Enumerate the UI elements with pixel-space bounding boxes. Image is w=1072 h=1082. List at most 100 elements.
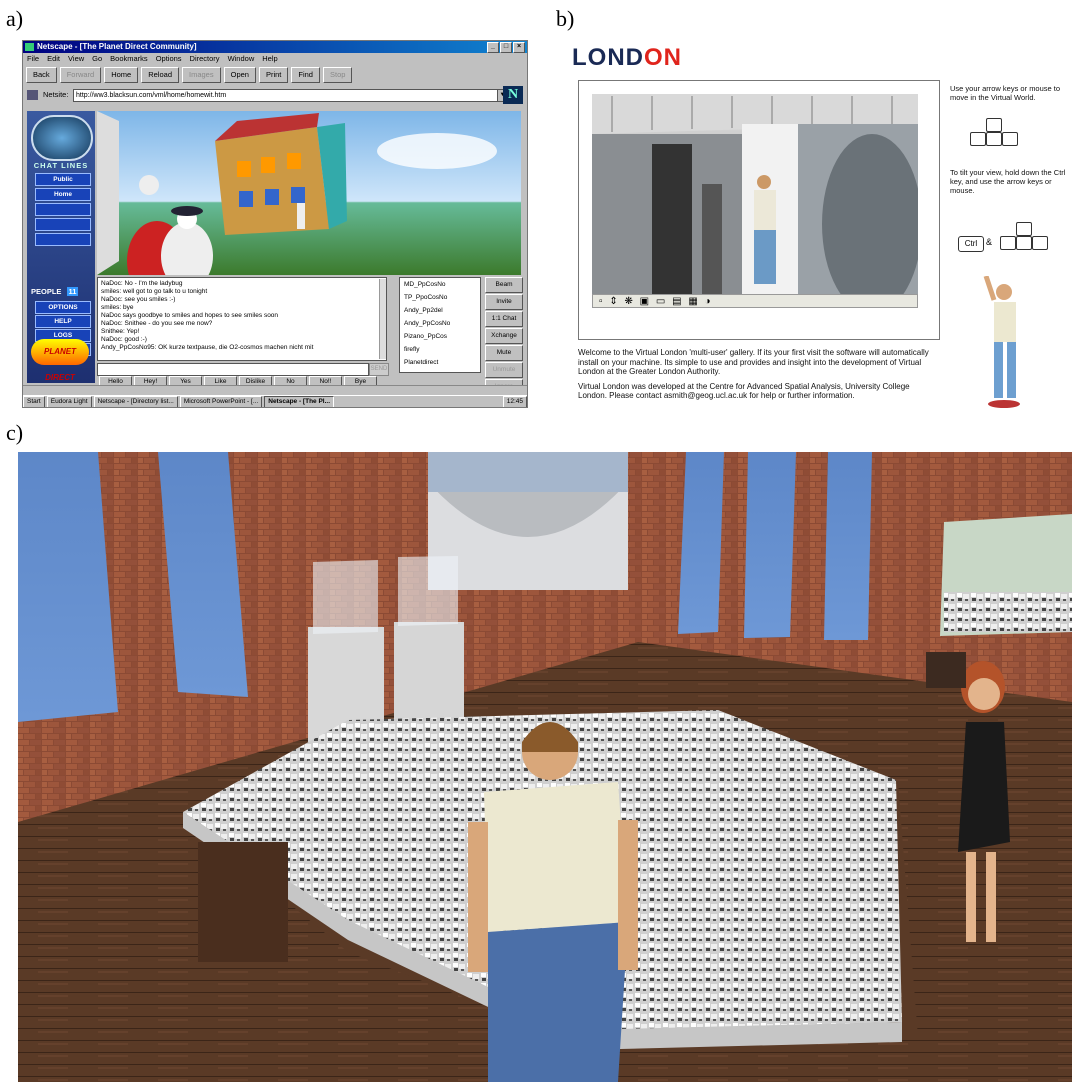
chat-message: NaDoc: Snithee - do you see me now?	[101, 320, 213, 327]
3d-scene-image	[97, 111, 497, 275]
user-list-item[interactable]: Andy_PpCosNo	[404, 317, 480, 330]
forward-button: Forward	[59, 67, 102, 83]
chat-line-2[interactable]: Home	[35, 188, 91, 201]
tilt-instructions: To tilt your view, hold down the Ctrl ke…	[950, 168, 1066, 195]
menu-window[interactable]: Window	[228, 53, 255, 64]
user-list-item[interactable]: GreenZone	[404, 369, 480, 372]
chat-message: Andy_PpCosNo95: OK kurze textpause, die …	[101, 344, 314, 351]
menu-options[interactable]: Options	[156, 53, 182, 64]
gallery-3d-scene-image	[18, 452, 1072, 1082]
menu-directory[interactable]: Directory	[190, 53, 220, 64]
people-text: PEOPLE	[31, 287, 62, 296]
menu-go[interactable]: Go	[92, 53, 102, 64]
viewer-control-bar[interactable]: ▫ ⇕ ❋ ▣ ▭ ▤ ▦ ◑	[592, 294, 918, 308]
browser-toolbar: Back Forward Home Reload Images Open Print Find…	[23, 65, 527, 85]
chat-lines-label: CHAT LINES	[33, 161, 89, 170]
user-list-item[interactable]: Andy_Pp2del	[404, 304, 480, 317]
chat-message: smiles: bye	[101, 304, 134, 311]
images-button: Images	[182, 67, 221, 83]
london-title-accent: ON	[644, 44, 682, 71]
taskbar-microsoft-powerpoint[interactable]: Microsoft PowerPoint - [...	[179, 396, 263, 407]
close-icon[interactable]: ×	[513, 42, 525, 53]
taskbar-eudora-light[interactable]: Eudora Light	[46, 396, 92, 407]
chat-line-1[interactable]: Public	[35, 173, 91, 186]
chat-message: Snithee: Yep!	[101, 328, 140, 335]
window-titlebar[interactable]: Netscape - [The Planet Direct Community]…	[23, 41, 527, 53]
netscape-logo: N	[503, 86, 523, 104]
help-button[interactable]: HELP	[35, 315, 91, 328]
invite-button[interactable]: Invite	[485, 294, 523, 310]
3d-world-view[interactable]	[97, 111, 521, 275]
virtual-london-gallery-render	[18, 452, 1072, 1082]
planet-direct-avatar-logo	[31, 115, 93, 161]
welcome-text-block: Welcome to the Virtual London 'multi-use…	[578, 348, 930, 406]
mute-button[interactable]: Mute	[485, 345, 523, 361]
taskbar-start[interactable]: Start	[23, 396, 45, 407]
chat-line-3[interactable]	[35, 203, 91, 216]
menu-bookmarks[interactable]: Bookmarks	[110, 53, 148, 64]
find-button[interactable]: Find	[291, 67, 320, 83]
chat-line-4[interactable]	[35, 218, 91, 231]
ctrl-key-icon: Ctrl	[958, 236, 984, 252]
virtual-london-3d-view[interactable]	[592, 94, 918, 294]
home-button[interactable]: Home	[104, 67, 139, 83]
window-title: Netscape - [The Planet Direct Community]	[37, 42, 197, 51]
chat-message: smiles: well got to go talk to u tonight	[101, 288, 208, 295]
taskbar-netscape-the-pl[interactable]: Netscape - [The Pl...	[264, 396, 335, 407]
chat-message: NaDoc says goodbye to smiles and hopes t…	[101, 312, 279, 319]
gallery-scene-image	[592, 94, 918, 294]
minimize-icon[interactable]: _	[487, 42, 499, 53]
windows-taskbar: Start Eudora Light Netscape - [Directory l…	[23, 395, 527, 407]
xchange-button[interactable]: Xchange	[485, 328, 523, 344]
people-label: PEOPLE 11	[31, 287, 79, 296]
stop-button: Stop	[322, 67, 353, 83]
chat-log[interactable]: NaDoc: No - I'm the ladybug smiles: well …	[97, 277, 387, 361]
people-count-badge: 11	[66, 287, 79, 296]
1-1-chat-button[interactable]: 1:1 Chat	[485, 311, 523, 327]
taskbar-netscape-directory-list[interactable]: Netscape - [Directory list...	[93, 396, 178, 407]
move-instructions: Use your arrow keys or mouse to move in …	[950, 84, 1061, 102]
london-title: LONDON	[572, 44, 682, 72]
maximize-icon[interactable]: □	[500, 42, 512, 53]
chat-line-5[interactable]	[35, 233, 91, 246]
chat-message: NaDoc: good :-)	[101, 336, 147, 343]
chat-sidebar: CHAT LINES Public Home PEOPLE 11 OPTIONS H…	[27, 111, 95, 383]
beam-button[interactable]: Beam	[485, 277, 523, 293]
back-button[interactable]: Back	[26, 67, 57, 83]
welcome-text: Welcome to the Virtual London 'multi-use…	[578, 348, 929, 376]
user-list-item[interactable]: TP_PpoCosNo	[404, 291, 480, 304]
chat-input[interactable]	[97, 363, 369, 376]
panel-label-a: a)	[6, 6, 24, 31]
chat-message: NaDoc: No - I'm the ladybug	[101, 280, 183, 287]
bookmark-icon[interactable]	[27, 90, 38, 100]
planet-direct-logo[interactable]: PLANET DIRECT	[31, 339, 89, 382]
send-button[interactable]: SEND	[369, 363, 389, 376]
ampersand: &	[986, 237, 993, 247]
open-button[interactable]: Open	[223, 67, 256, 83]
london-title-main: LOND	[572, 44, 644, 71]
menu-bar: File Edit View Go Bookmarks Options Directory W…	[23, 53, 527, 64]
unmute-button: Unmute	[485, 362, 523, 378]
panel-label-b: b)	[556, 6, 575, 31]
location-bar: Netsite: http://ww3.blacksun.com/vml/hom…	[23, 87, 527, 103]
panel-label-c: c)	[6, 420, 24, 445]
user-list[interactable]: MD_PpCosNo TP_PpoCosNo Andy_Pp2del Andy_PpC…	[399, 277, 481, 373]
menu-help[interactable]: Help	[262, 53, 277, 64]
menu-edit[interactable]: Edit	[47, 53, 60, 64]
user-list-item[interactable]: Pizano_PpCos	[404, 330, 480, 343]
url-field[interactable]: http://ww3.blacksun.com/vml/home/homewit…	[73, 89, 501, 102]
chat-message: NaDoc: see you smiles :-)	[101, 296, 176, 303]
user-list-item[interactable]: firefly	[404, 343, 480, 356]
taskbar-clock: 12:45	[502, 396, 527, 407]
options-button[interactable]: OPTIONS	[35, 301, 91, 314]
user-list-item[interactable]: MD_PpCosNo	[404, 278, 480, 291]
virtual-london-page: LONDON ▫ ⇕ ❋ ▣ ▭ ▤ ▦ ◑ Use your arrow ke…	[572, 40, 1072, 412]
menu-view[interactable]: View	[68, 53, 84, 64]
chat-scrollbar[interactable]	[379, 279, 386, 359]
location-label: Netsite:	[43, 90, 69, 99]
user-list-item[interactable]: Planetdirect	[404, 356, 480, 369]
credit-text: Virtual London was developed at the Cent…	[578, 381, 910, 401]
menu-file[interactable]: File	[27, 53, 39, 64]
print-button[interactable]: Print	[258, 67, 289, 83]
reload-button[interactable]: Reload	[141, 67, 179, 83]
